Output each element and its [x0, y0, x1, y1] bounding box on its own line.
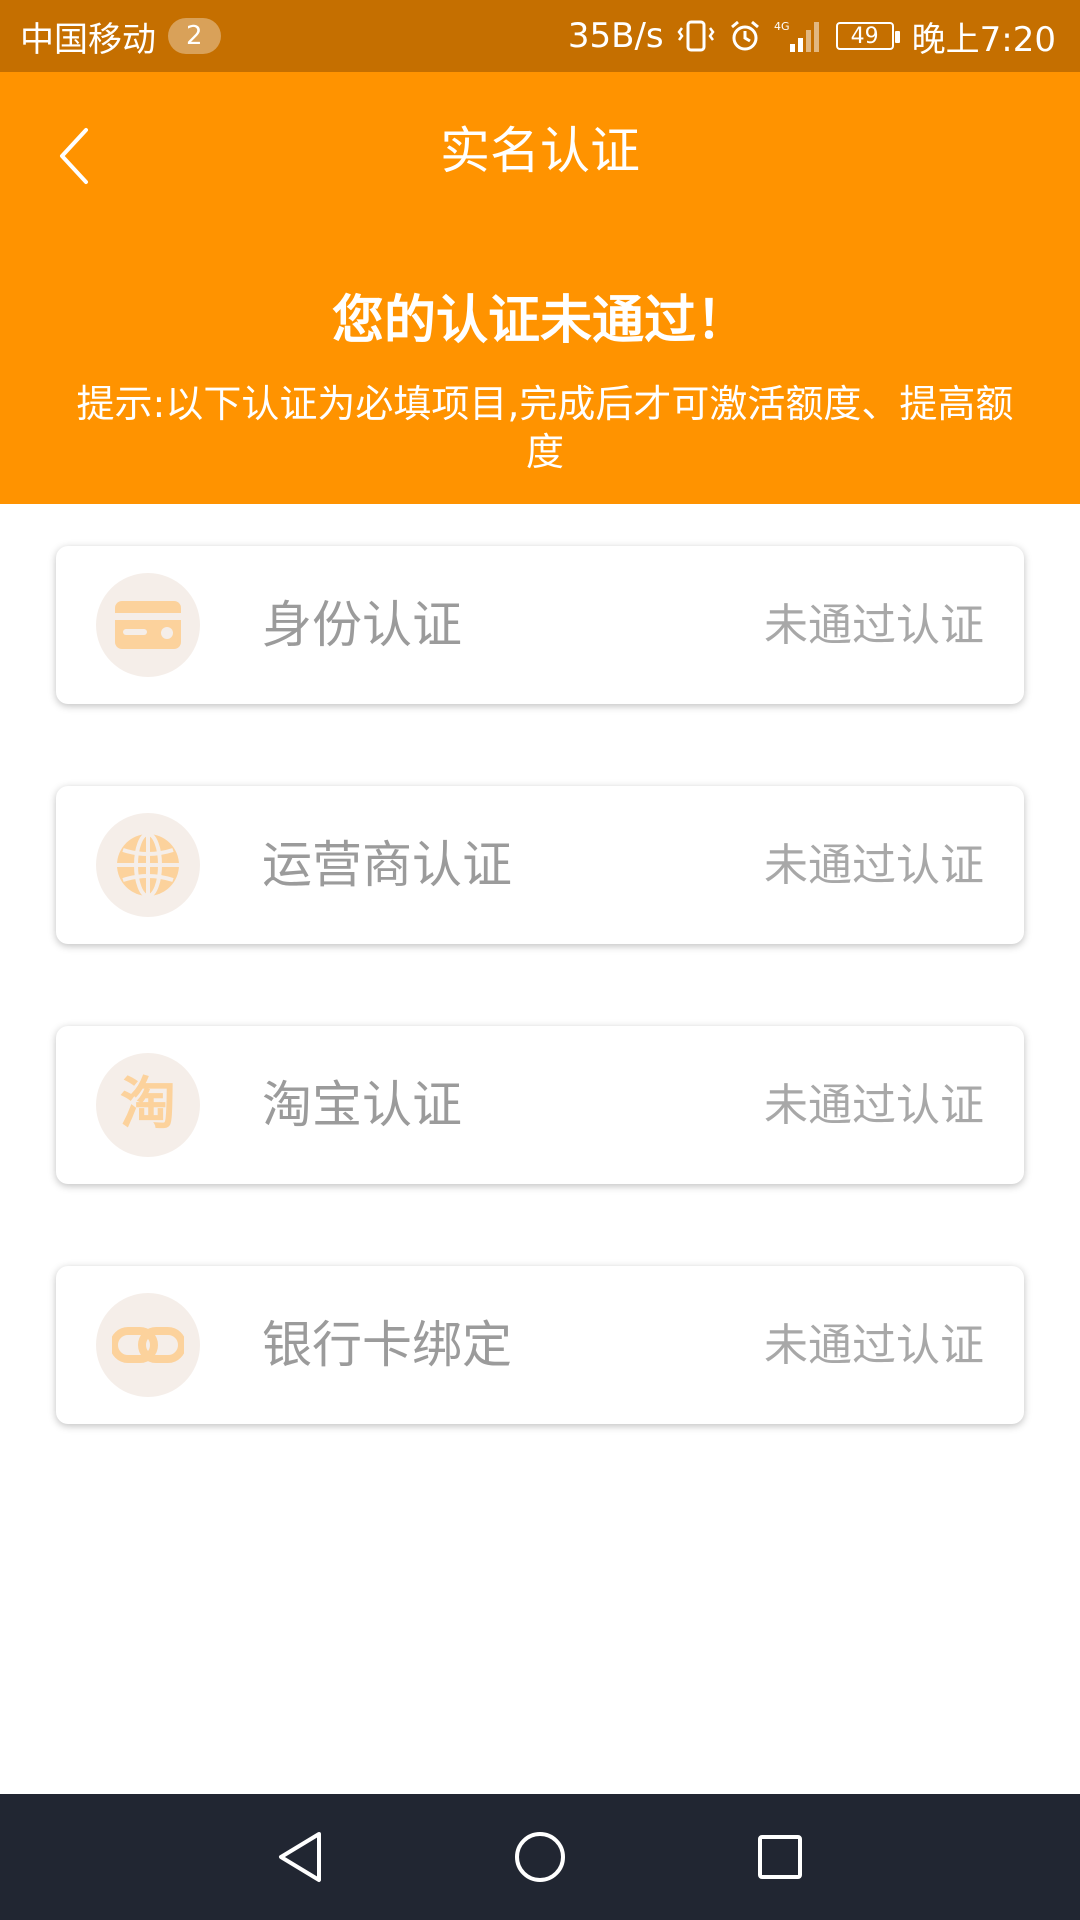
- card-label: 银行卡绑定: [262, 1316, 512, 1374]
- carrier-name: 中国移动: [20, 19, 156, 60]
- 4g-signal-icon: 4G: [774, 18, 824, 54]
- battery-icon: 49: [835, 22, 900, 50]
- svg-text:4G: 4G: [774, 20, 790, 33]
- recents-square-icon: [758, 1835, 802, 1879]
- verification-status-headline: 您的认证未通过！: [331, 291, 748, 351]
- card-status: 未通过认证: [764, 840, 984, 891]
- system-nav-bar: [0, 1794, 1080, 1920]
- card-bank-card-binding[interactable]: 银行卡绑定 未通过认证: [56, 1266, 1024, 1424]
- card-label: 运营商认证: [262, 836, 512, 894]
- globe-icon: [117, 832, 179, 898]
- card-status: 未通过认证: [764, 600, 984, 651]
- taobao-icon: 淘: [120, 1072, 176, 1137]
- id-card-icon: [115, 601, 181, 649]
- card-taobao-verification[interactable]: 淘 淘宝认证 未通过认证: [56, 1026, 1024, 1184]
- card-label: 淘宝认证: [262, 1076, 462, 1134]
- home-circle-icon: [515, 1832, 565, 1882]
- page-title: 实名认证: [440, 122, 640, 180]
- header: 实名认证 您的认证未通过！ 提示:以下认证为必填项目,完成后才可激活额度、提高额…: [0, 72, 1080, 504]
- icon-circle: [96, 813, 200, 917]
- card-label: 身份认证: [262, 596, 462, 654]
- status-left: 中国移动 2: [20, 12, 221, 61]
- network-speed: 35B/s: [567, 16, 664, 56]
- status-bar: 中国移动 2 35B/s 4G 49 晚上7:20: [0, 0, 1080, 72]
- icon-circle: [96, 1293, 200, 1397]
- nav-recents-button[interactable]: [745, 1822, 815, 1892]
- battery-level: 49: [850, 23, 879, 49]
- card-status: 未通过认证: [764, 1320, 984, 1371]
- nav-home-button[interactable]: [505, 1822, 575, 1892]
- icon-circle: [96, 573, 200, 677]
- vibrate-icon: [676, 18, 716, 54]
- clock: 晚上7:20: [911, 19, 1056, 60]
- link-icon: [112, 1327, 184, 1363]
- status-right: 35B/s 4G 49 晚上7:20: [568, 12, 1056, 61]
- card-carrier-verification[interactable]: 运营商认证 未通过认证: [56, 786, 1024, 944]
- icon-circle: 淘: [96, 1053, 200, 1157]
- nav-back-button[interactable]: [265, 1822, 335, 1892]
- card-status: 未通过认证: [764, 1080, 984, 1131]
- back-triangle-icon: [279, 1832, 321, 1882]
- card-identity-verification[interactable]: 身份认证 未通过认证: [56, 546, 1024, 704]
- alarm-icon: [728, 19, 762, 53]
- notification-badge: 2: [168, 18, 221, 54]
- hint-text: 提示:以下认证为必填项目,完成后才可激活额度、提高额度: [76, 382, 1014, 474]
